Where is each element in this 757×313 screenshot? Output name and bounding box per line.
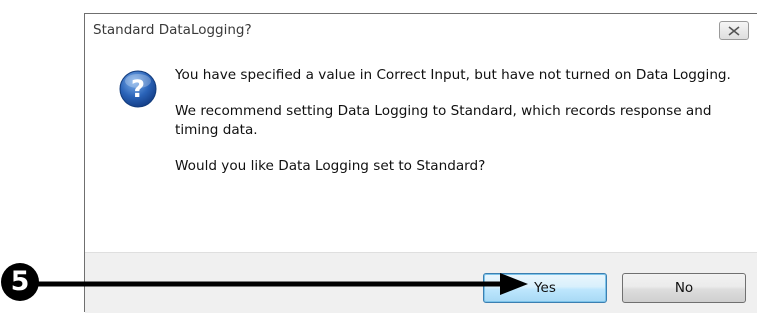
close-button[interactable] [719,21,749,40]
no-button[interactable]: No [622,273,746,303]
message-line-2: We recommend setting Data Logging to Sta… [175,103,712,138]
question-icon: ? [119,70,157,108]
close-icon [728,26,740,36]
svg-text:?: ? [131,75,145,103]
message-line-3: Would you like Data Logging set to Stand… [175,158,486,174]
step-number-badge: 5 [0,262,40,302]
arrow-right-icon [30,273,528,295]
step-number: 5 [10,266,30,297]
dialog-message: You have specified a value in Correct In… [175,66,735,193]
dialog-title: Standard DataLogging? [93,22,252,38]
dialog-titlebar: Standard DataLogging? [85,14,757,48]
message-line-1: You have specified a value in Correct In… [175,67,731,83]
